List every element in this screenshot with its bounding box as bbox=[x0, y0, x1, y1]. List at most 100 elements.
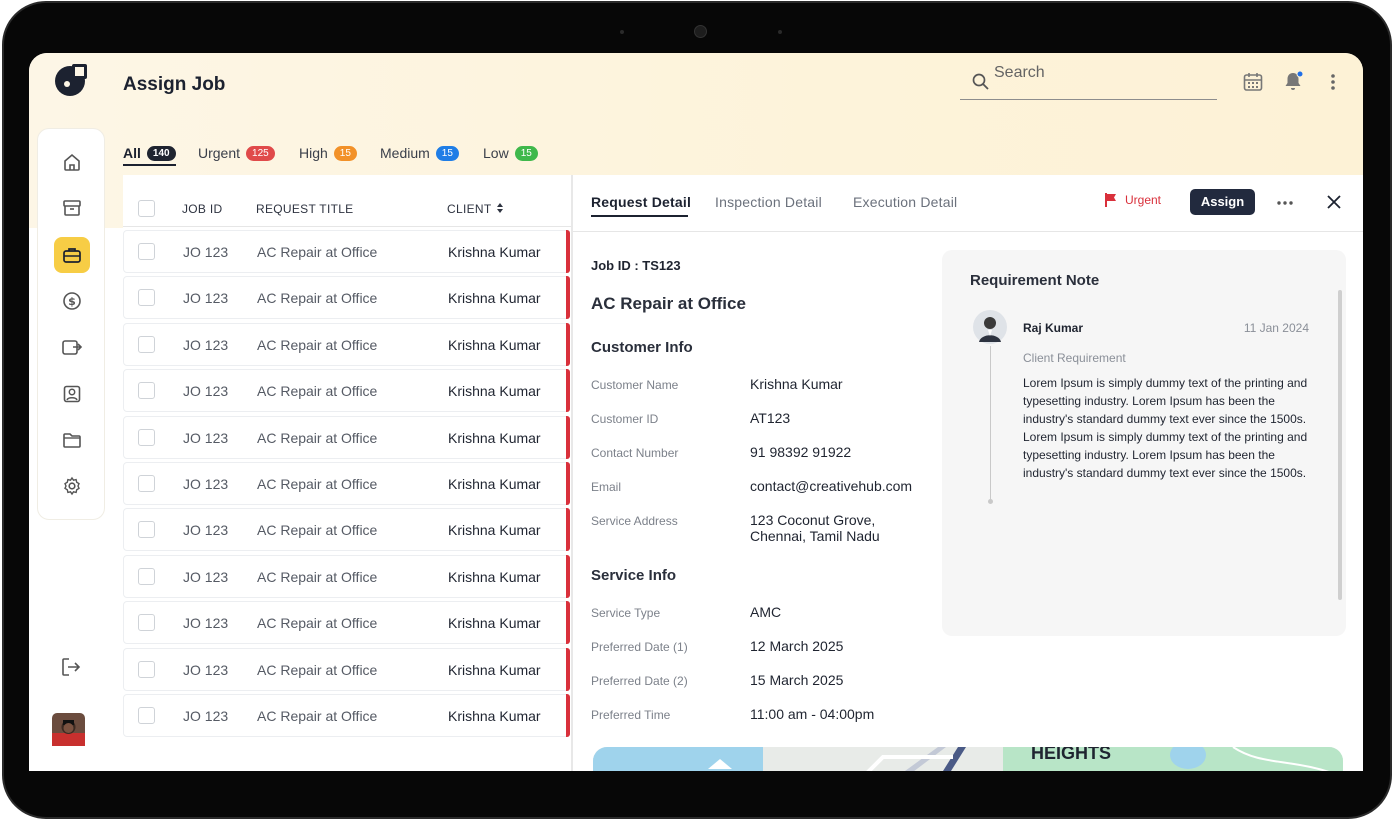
table-row[interactable]: JO 123 AC Repair at Office Krishna Kumar bbox=[123, 462, 570, 505]
cell-job-id: JO 123 bbox=[183, 429, 229, 446]
tab-label: High bbox=[299, 145, 328, 161]
table-row[interactable]: JO 123 AC Repair at Office Krishna Kumar bbox=[123, 276, 570, 320]
row-checkbox[interactable] bbox=[138, 660, 155, 678]
dollar-circle-icon: $ bbox=[63, 292, 81, 310]
table-row[interactable]: JO 123 AC Repair at Office Krishna Kumar bbox=[123, 415, 570, 459]
more-horizontal-icon[interactable] bbox=[1277, 200, 1293, 206]
cell-client: Krishna Kumar bbox=[448, 336, 541, 353]
requirement-note-card: Requirement Note Raj Kumar 11 Jan 2024 C… bbox=[942, 250, 1346, 636]
table-row[interactable]: JO 123 AC Repair at Office Krishna Kumar bbox=[123, 508, 570, 552]
priority-indicator bbox=[566, 276, 570, 320]
cell-job-id: JO 123 bbox=[183, 522, 229, 539]
row-checkbox[interactable] bbox=[138, 428, 155, 446]
close-icon[interactable] bbox=[1327, 195, 1341, 209]
cell-job-id: JO 123 bbox=[183, 708, 229, 724]
cell-request-title: AC Repair at Office bbox=[257, 522, 378, 539]
row-checkbox[interactable] bbox=[138, 521, 155, 539]
user-avatar[interactable] bbox=[52, 713, 85, 746]
cell-job-id: JO 123 bbox=[183, 383, 229, 400]
col-job-id: JOB ID bbox=[182, 202, 223, 216]
svg-text:$: $ bbox=[68, 295, 76, 308]
table-row[interactable]: JO 123 AC Repair at Office Krishna Kumar bbox=[123, 647, 570, 691]
tab-inspection-detail[interactable]: Inspection Detail bbox=[715, 194, 822, 210]
cell-client: Krishna Kumar bbox=[448, 476, 541, 492]
priority-indicator bbox=[566, 554, 570, 598]
more-vertical-icon[interactable] bbox=[1328, 72, 1338, 92]
count-badge: 140 bbox=[146, 145, 176, 161]
priority-badge: Urgent bbox=[1103, 192, 1161, 208]
row-checkbox[interactable] bbox=[138, 335, 155, 353]
note-body: Lorem Ipsum is simply dummy text of the … bbox=[1023, 376, 1308, 480]
sidebar-item-archive[interactable] bbox=[54, 190, 90, 226]
count-badge: 15 bbox=[435, 145, 459, 161]
table-row[interactable]: JO 123 AC Repair at Office Krishna Kumar bbox=[123, 601, 570, 645]
tab-execution-detail[interactable]: Execution Detail bbox=[853, 194, 957, 210]
table-row[interactable]: JO 123 AC Repair at Office Krishna Kumar bbox=[123, 230, 570, 273]
service-field-label: Service Type bbox=[591, 606, 661, 620]
priority-indicator bbox=[566, 369, 570, 413]
tab-request-detail[interactable]: Request Detail bbox=[591, 194, 691, 210]
customer-field-label: Customer ID bbox=[591, 412, 659, 426]
calendar-icon[interactable] bbox=[1243, 72, 1263, 92]
note-scrollbar[interactable] bbox=[1338, 290, 1342, 600]
bell-icon[interactable] bbox=[1283, 70, 1305, 92]
sidebar-item-payments[interactable]: $ bbox=[54, 283, 90, 319]
customer-field-value: Krishna Kumar bbox=[750, 376, 843, 392]
note-date: 11 Jan 2024 bbox=[1243, 321, 1309, 335]
cell-client: Krishna Kumar bbox=[448, 383, 541, 400]
priority-indicator bbox=[566, 601, 570, 645]
service-field-label: Preferred Date (1) bbox=[591, 640, 688, 654]
cell-job-id: JO 123 bbox=[183, 290, 229, 307]
row-checkbox[interactable] bbox=[138, 475, 155, 492]
row-checkbox[interactable] bbox=[138, 243, 155, 260]
table-row[interactable]: JO 123 AC Repair at Office Krishna Kumar bbox=[123, 554, 570, 598]
priority-indicator bbox=[566, 694, 570, 737]
sidebar-item-contacts[interactable] bbox=[54, 376, 90, 412]
page-title: Assign Job bbox=[123, 74, 226, 95]
row-checkbox[interactable] bbox=[138, 289, 155, 307]
gear-icon bbox=[64, 476, 80, 496]
sidebar-item-files[interactable] bbox=[54, 422, 90, 458]
sidebar-item-settings[interactable] bbox=[54, 468, 90, 504]
folder-icon bbox=[63, 433, 81, 448]
cell-job-id: JO 123 bbox=[183, 476, 229, 492]
col-client[interactable]: CLIENT bbox=[447, 202, 491, 216]
select-all-checkbox[interactable] bbox=[138, 200, 155, 217]
customer-field-value: 91 98392 91922 bbox=[750, 444, 852, 460]
cell-client: Krishna Kumar bbox=[448, 661, 541, 678]
tab-medium[interactable]: Medium 15 bbox=[380, 141, 459, 165]
customer-field-value: AT123 bbox=[750, 410, 791, 426]
row-checkbox[interactable] bbox=[138, 382, 155, 400]
sidebar-item-transfer[interactable] bbox=[54, 329, 90, 365]
customer-field-label: Contact Number bbox=[591, 446, 679, 460]
priority-indicator bbox=[566, 462, 570, 505]
tab-low[interactable]: Low 15 bbox=[483, 141, 538, 165]
home-icon bbox=[64, 153, 80, 171]
search-icon bbox=[972, 73, 989, 90]
logout-icon[interactable] bbox=[60, 656, 82, 678]
customer-field-value-line2: Chennai, Tamil Nadu bbox=[750, 528, 880, 544]
sidebar-item-home[interactable] bbox=[54, 144, 90, 180]
assign-button[interactable]: Assign bbox=[1190, 189, 1255, 215]
table-row[interactable]: JO 123 AC Repair at Office Krishna Kumar bbox=[123, 369, 570, 413]
note-author-avatar bbox=[973, 310, 1007, 344]
cell-job-id: JO 123 bbox=[183, 568, 229, 585]
table-row[interactable]: JO 123 AC Repair at Office Krishna Kumar bbox=[123, 322, 570, 366]
tab-urgent[interactable]: Urgent 125 bbox=[198, 141, 275, 165]
cell-client: Krishna Kumar bbox=[448, 708, 541, 724]
cell-client: Krishna Kumar bbox=[448, 615, 541, 632]
sort-icon[interactable] bbox=[496, 202, 504, 214]
tab-all[interactable]: All 140 bbox=[123, 141, 176, 165]
flag-icon bbox=[1105, 193, 1116, 207]
cell-request-title: AC Repair at Office bbox=[257, 336, 378, 353]
search-input[interactable]: Search bbox=[960, 61, 1217, 100]
row-checkbox[interactable] bbox=[138, 567, 155, 585]
table-row[interactable]: JO 123 AC Repair at Office Krishna Kumar bbox=[123, 694, 570, 737]
row-checkbox[interactable] bbox=[138, 614, 155, 632]
tab-high[interactable]: High 15 bbox=[299, 141, 357, 165]
user-card-icon bbox=[63, 385, 81, 403]
sidebar-item-jobs[interactable] bbox=[54, 237, 90, 273]
service-location-map[interactable]: HEIGHTS bbox=[593, 747, 1343, 771]
service-field-label: Preferred Date (2) bbox=[591, 674, 688, 688]
row-checkbox[interactable] bbox=[138, 707, 155, 724]
